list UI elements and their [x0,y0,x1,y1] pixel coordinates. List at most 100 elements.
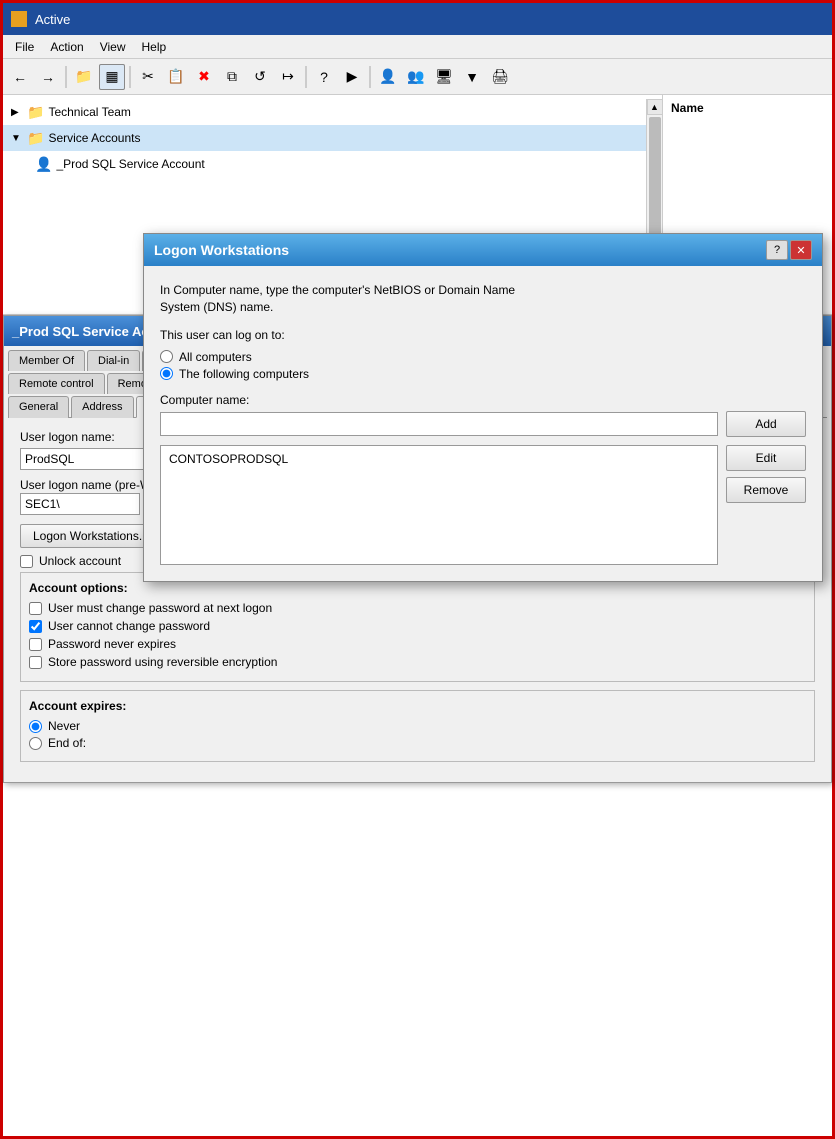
expires-never-label: Never [48,719,80,733]
menu-bar: File Action View Help [3,35,832,59]
expires-never-row: Never [29,719,806,733]
option-checkbox-2[interactable] [29,638,42,651]
computers-list-container: CONTOSOPRODSQL [160,445,718,565]
forward-button[interactable]: → [35,64,61,90]
refresh-button[interactable]: ↺ [247,64,273,90]
run-button[interactable]: ▶ [339,64,365,90]
copy-button[interactable]: 📋 [163,64,189,90]
tab-remote-control[interactable]: Remote control [8,373,105,394]
view-button[interactable]: ▦ [99,64,125,90]
toolbar-separator-4 [369,66,371,88]
option-checkbox-1[interactable] [29,620,42,633]
export-button[interactable]: ↦ [275,64,301,90]
all-computers-radio[interactable] [160,350,173,363]
following-computers-label: The following computers [179,367,309,381]
expires-end-row: End of: [29,736,806,750]
tree-item-service-accounts[interactable]: ▼ 📁 Service Accounts [3,125,646,151]
toolbar-separator-3 [305,66,307,88]
list-item-0[interactable]: CONTOSOPRODSQL [165,450,713,468]
toolbar-separator-2 [129,66,131,88]
add-computer-button[interactable]: Add [726,411,806,437]
option-checkbox-3[interactable] [29,656,42,669]
option-row-3: Store password using reversible encrypti… [29,655,806,669]
unlock-checkbox[interactable] [20,555,33,568]
option-label-3: Store password using reversible encrypti… [48,655,277,669]
title-bar: Active [3,3,832,35]
app-icon [11,11,27,27]
back-button[interactable]: ← [7,64,33,90]
user-button[interactable]: 👤 [375,64,401,90]
computers-list: CONTOSOPRODSQL [160,445,718,565]
option-checkbox-0[interactable] [29,602,42,615]
menu-view[interactable]: View [92,38,134,56]
filter-button[interactable]: ▼ [459,64,485,90]
option-row-0: User must change password at next logon [29,601,806,615]
tree-item-prod-sql[interactable]: 👤 _Prod SQL Service Account [3,151,646,177]
user-icon: 👤 [35,156,52,173]
option-row-2: Password never expires [29,637,806,651]
all-computers-label: All computers [179,350,252,364]
option-row-1: User cannot change password [29,619,806,633]
logon-workstations-button[interactable]: Logon Workstations... [20,524,162,548]
scroll-up[interactable]: ▲ [647,99,663,115]
help-button[interactable]: ? [311,64,337,90]
workstations-description: In Computer name, type the computer's Ne… [160,282,806,316]
menu-help[interactable]: Help [134,38,175,56]
expires-end-label: End of: [48,736,86,750]
tab-member-of[interactable]: Member Of [8,350,85,371]
tab-general[interactable]: General [8,396,69,418]
expander-icon: ▶ [11,107,27,118]
computer-name-input[interactable] [160,412,718,436]
account-options-title: Account options: [29,581,806,595]
delete-button[interactable]: ✖ [191,64,217,90]
menu-file[interactable]: File [7,38,42,56]
tree-item-technical-team[interactable]: ▶ 📁 Technical Team [3,99,646,125]
logon-workstations-dialog: Logon Workstations ? ✕ In Computer name,… [143,233,823,582]
ws-desc-line2: System (DNS) name. [160,300,273,314]
account-expires-box: Account expires: Never End of: [20,690,815,762]
ws-action-buttons: Edit Remove [726,445,806,565]
expires-end-radio[interactable] [29,737,42,750]
group-button[interactable]: 👥 [403,64,429,90]
workstations-content: In Computer name, type the computer's Ne… [144,266,822,581]
print-button[interactable]: 🖨 [487,64,513,90]
logon-pre-input[interactable] [20,493,140,515]
tree-item-label-2: Service Accounts [48,131,140,145]
account-expires-title: Account expires: [29,699,806,713]
option-label-1: User cannot change password [48,619,210,633]
right-panel-header: Name [671,99,824,117]
folder-up-button[interactable]: 📁 [71,64,97,90]
folder-icon-2: 📁 [27,130,44,147]
logon-to-label: This user can log on to: [160,328,806,342]
cut-button[interactable]: ✂ [135,64,161,90]
computer-name-input-row: Add [160,411,806,437]
workstations-title-text: Logon Workstations [154,242,764,258]
app-title: Active [35,12,70,27]
list-and-buttons: CONTOSOPRODSQL Edit Remove [160,445,806,565]
account-options-box: Account options: User must change passwo… [20,572,815,682]
outer-frame: Active File Action View Help ← → 📁 ▦ ✂ 📋… [0,0,835,1139]
expires-never-radio[interactable] [29,720,42,733]
tab-dial-in[interactable]: Dial-in [87,350,140,371]
menu-action[interactable]: Action [42,38,91,56]
toolbar: ← → 📁 ▦ ✂ 📋 ✖ ⧉ ↺ ↦ ? ▶ 👤 👥 🖥 ▼ 🖨 [3,59,832,95]
workstations-title-bar: Logon Workstations ? ✕ [144,234,822,266]
workstations-close-button[interactable]: ✕ [790,240,812,260]
computer-name-label: Computer name: [160,393,806,407]
ws-radio-group: All computers The following computers [160,350,806,381]
computer-button[interactable]: 🖥 [431,64,457,90]
following-computers-row: The following computers [160,367,806,381]
tree-item-label-3: _Prod SQL Service Account [56,157,204,171]
expander-icon-2: ▼ [11,133,27,144]
option-label-2: Password never expires [48,637,176,651]
workstations-help-button[interactable]: ? [766,240,788,260]
properties-button[interactable]: ⧉ [219,64,245,90]
following-computers-radio[interactable] [160,367,173,380]
tab-address[interactable]: Address [71,396,133,418]
all-computers-row: All computers [160,350,806,364]
unlock-label: Unlock account [39,554,121,568]
edit-computer-button[interactable]: Edit [726,445,806,471]
remove-computer-button[interactable]: Remove [726,477,806,503]
toolbar-separator-1 [65,66,67,88]
option-label-0: User must change password at next logon [48,601,272,615]
